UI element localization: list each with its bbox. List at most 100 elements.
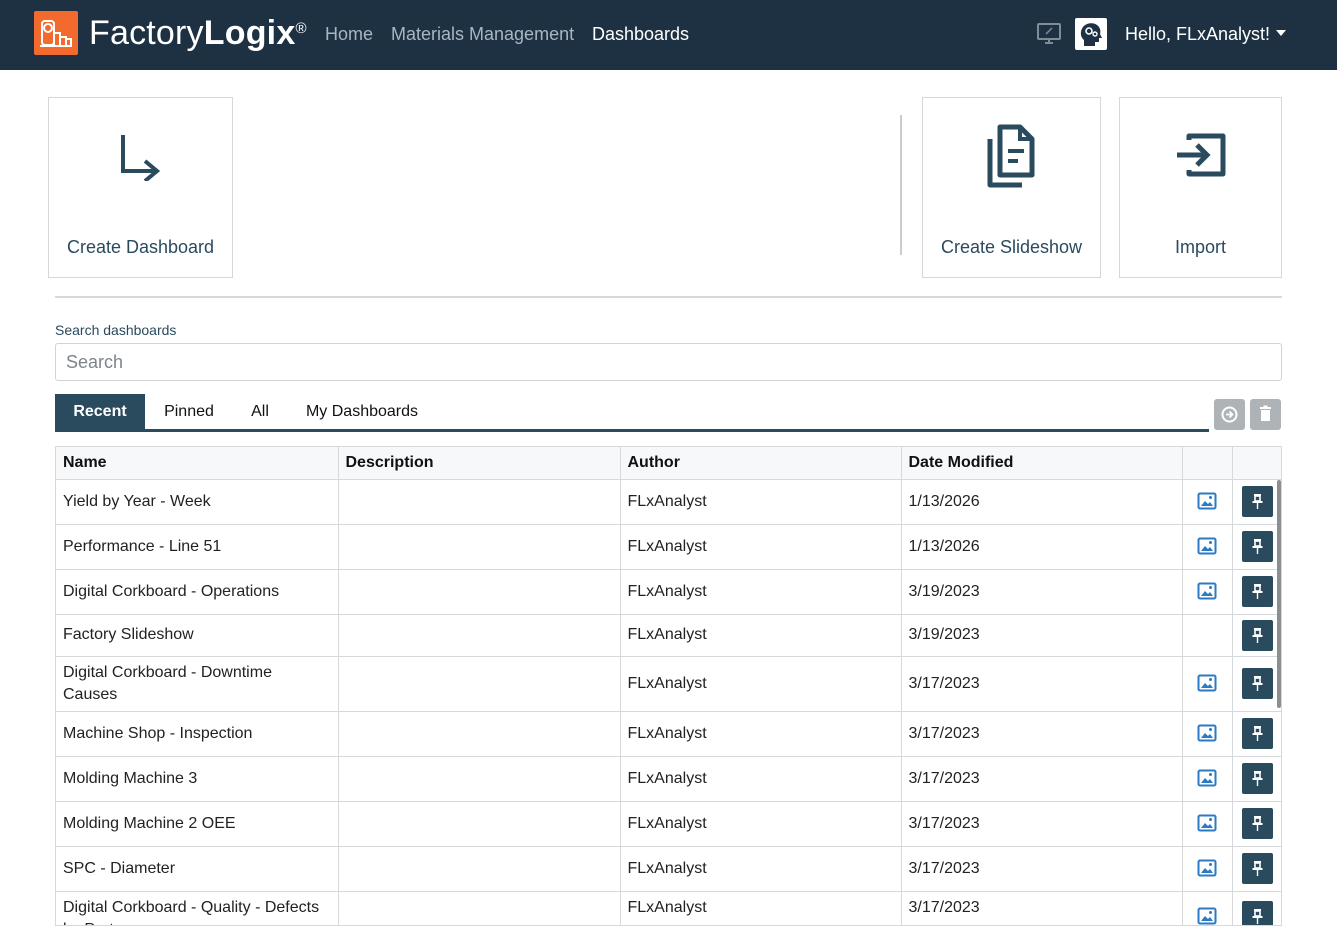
pin-button[interactable] <box>1242 718 1273 749</box>
user-menu-toggle[interactable]: Hello, FLxAnalyst! <box>1125 23 1286 45</box>
brand-part-2: Logix <box>204 14 296 52</box>
monitor-icon[interactable] <box>1036 22 1062 46</box>
factorylogix-logo-icon[interactable] <box>34 11 78 55</box>
user-avatar[interactable] <box>1075 18 1107 50</box>
row-image-cell <box>1182 891 1232 926</box>
table-scrollbar[interactable] <box>1277 480 1281 708</box>
pin-icon <box>1250 583 1265 600</box>
row-name[interactable]: Performance - Line 51 <box>56 524 338 569</box>
row-author: FLxAnalyst <box>620 801 901 846</box>
cards-divider <box>900 115 902 255</box>
image-icon[interactable] <box>1197 814 1217 832</box>
row-image-cell <box>1182 656 1232 711</box>
table-row[interactable]: SPC - Diameter FLxAnalyst3/17/2023 <box>56 846 1282 891</box>
tab-my-dashboards[interactable]: My Dashboards <box>295 394 429 429</box>
create-dashboard-card[interactable]: Create Dashboard <box>48 97 233 278</box>
pin-button[interactable] <box>1242 531 1273 562</box>
table-header-row: Name Description Author Date Modified <box>56 447 1282 479</box>
pin-button[interactable] <box>1242 576 1273 607</box>
row-description <box>338 801 620 846</box>
row-image-cell <box>1182 479 1232 524</box>
table-row[interactable]: Digital Corkboard - Operations FLxAnalyst… <box>56 569 1282 614</box>
image-icon[interactable] <box>1197 859 1217 877</box>
section-divider <box>55 296 1282 298</box>
image-icon[interactable] <box>1197 492 1217 510</box>
search-label: Search dashboards <box>55 322 176 338</box>
brand-name[interactable]: FactoryLogix® <box>89 11 307 55</box>
pin-button[interactable] <box>1242 486 1273 517</box>
table-row[interactable]: Yield by Year - WeekFLxAnalyst1/13/2026 <box>56 479 1282 524</box>
nav-materials-management[interactable]: Materials Management <box>391 23 574 45</box>
row-author: FLxAnalyst <box>620 569 901 614</box>
tab-recent[interactable]: Recent <box>55 394 145 429</box>
row-name[interactable]: Factory Slideshow <box>56 614 338 656</box>
row-date-modified: 3/19/2023 <box>901 614 1182 656</box>
image-icon[interactable] <box>1197 769 1217 787</box>
row-pin-cell <box>1232 846 1282 891</box>
row-date-modified: 3/17/2023 <box>901 891 1182 926</box>
brand-mark: ® <box>295 20 306 37</box>
pin-button[interactable] <box>1242 620 1273 651</box>
row-image-cell <box>1182 524 1232 569</box>
image-icon[interactable] <box>1197 907 1217 925</box>
row-image-cell <box>1182 569 1232 614</box>
row-date-modified: 3/17/2023 <box>901 846 1182 891</box>
column-header-name[interactable]: Name <box>56 447 338 479</box>
pin-icon <box>1250 538 1265 555</box>
create-slideshow-card[interactable]: Create Slideshow <box>922 97 1101 278</box>
row-pin-cell <box>1232 614 1282 656</box>
search-input[interactable] <box>55 343 1282 381</box>
row-description <box>338 891 620 926</box>
nav-home[interactable]: Home <box>325 23 373 45</box>
image-icon[interactable] <box>1197 537 1217 555</box>
pin-button[interactable] <box>1242 901 1273 927</box>
row-name[interactable]: SPC - Diameter <box>56 846 338 891</box>
table-row[interactable]: Molding Machine 3FLxAnalyst3/17/2023 <box>56 756 1282 801</box>
image-icon[interactable] <box>1197 724 1217 742</box>
row-name[interactable]: Molding Machine 2 OEE <box>56 801 338 846</box>
row-description <box>338 756 620 801</box>
import-card[interactable]: Import <box>1119 97 1282 278</box>
tab-pinned[interactable]: Pinned <box>145 394 233 429</box>
image-icon[interactable] <box>1197 582 1217 600</box>
row-name[interactable]: Machine Shop - Inspection <box>56 711 338 756</box>
pin-button[interactable] <box>1242 668 1273 699</box>
table-row[interactable]: Performance - Line 51FLxAnalyst1/13/2026 <box>56 524 1282 569</box>
open-selected-button[interactable] <box>1214 399 1245 430</box>
table-row[interactable]: Digital Corkboard - Quality - Defects by… <box>56 891 1282 926</box>
row-name[interactable]: Molding Machine 3 <box>56 756 338 801</box>
nav-dashboards[interactable]: Dashboards <box>592 23 689 45</box>
create-slideshow-label: Create Slideshow <box>923 236 1100 258</box>
table-row[interactable]: Digital Corkboard - Downtime CausesFLxAn… <box>56 656 1282 711</box>
delete-selected-button[interactable] <box>1250 399 1281 430</box>
row-author: FLxAnalyst <box>620 846 901 891</box>
import-label: Import <box>1120 236 1281 258</box>
row-name[interactable]: Digital Corkboard - Downtime Causes <box>56 656 338 711</box>
row-author: FLxAnalyst <box>620 891 901 926</box>
row-author: FLxAnalyst <box>620 479 901 524</box>
column-header-author[interactable]: Author <box>620 447 901 479</box>
row-pin-cell <box>1232 569 1282 614</box>
pin-icon <box>1250 815 1265 832</box>
pin-button[interactable] <box>1242 763 1273 794</box>
row-author: FLxAnalyst <box>620 524 901 569</box>
pin-button[interactable] <box>1242 853 1273 884</box>
dashboards-table: Name Description Author Date Modified Yi… <box>55 446 1282 926</box>
row-name[interactable]: Digital Corkboard - Quality - Defects by… <box>56 891 338 926</box>
tab-all[interactable]: All <box>238 394 282 429</box>
row-description <box>338 479 620 524</box>
table-row[interactable]: Factory SlideshowFLxAnalyst3/19/2023 <box>56 614 1282 656</box>
row-date-modified: 3/17/2023 <box>901 656 1182 711</box>
documents-icon <box>984 123 1040 194</box>
pin-icon <box>1250 627 1265 644</box>
column-header-description[interactable]: Description <box>338 447 620 479</box>
row-description <box>338 524 620 569</box>
table-row[interactable]: Molding Machine 2 OEEFLxAnalyst3/17/2023 <box>56 801 1282 846</box>
row-name[interactable]: Digital Corkboard - Operations <box>56 569 338 614</box>
image-icon[interactable] <box>1197 674 1217 692</box>
pin-icon <box>1250 770 1265 787</box>
table-row[interactable]: Machine Shop - InspectionFLxAnalyst3/17/… <box>56 711 1282 756</box>
row-name[interactable]: Yield by Year - Week <box>56 479 338 524</box>
pin-button[interactable] <box>1242 808 1273 839</box>
column-header-date-modified[interactable]: Date Modified <box>901 447 1182 479</box>
